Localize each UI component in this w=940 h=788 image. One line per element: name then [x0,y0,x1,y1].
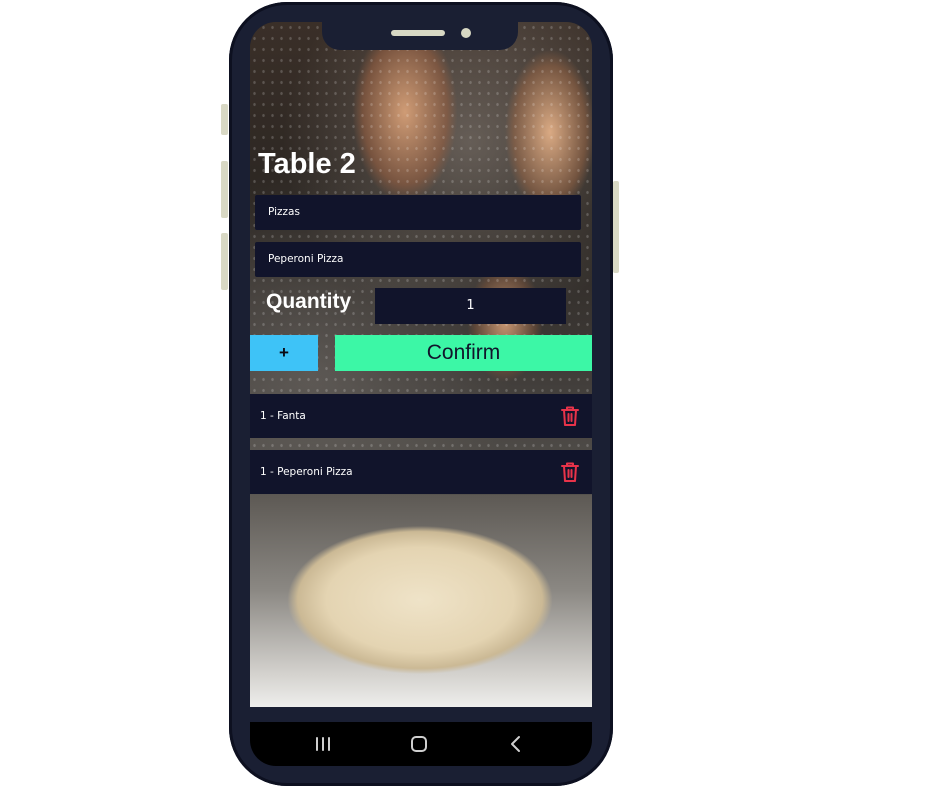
order-list-item: 1 - Fanta [250,394,592,438]
category-select-value: Pizzas [268,206,300,218]
order-item-label: 1 - Peperoni Pizza [260,466,353,478]
trash-icon[interactable] [560,461,580,483]
system-navigation-bar [250,722,592,766]
front-camera [461,28,471,38]
back-icon[interactable] [504,732,528,756]
phone-side-button [221,233,228,290]
page-title: Table 2 [258,148,356,180]
confirm-button[interactable]: Confirm [335,335,592,371]
phone-side-button [221,161,228,218]
background-dough-image [250,495,592,707]
app-screen: Table 2 Pizzas Peperoni Pizza Quantity 1… [250,22,592,722]
trash-icon[interactable] [560,405,580,427]
phone-side-button [613,181,619,273]
item-select[interactable]: Peperoni Pizza [255,242,581,277]
category-select[interactable]: Pizzas [255,195,581,230]
phone-notch [322,22,518,50]
order-list-item: 1 - Peperoni Pizza [250,450,592,494]
add-item-button[interactable]: + [250,335,318,371]
quantity-input[interactable]: 1 [375,288,566,324]
recent-apps-icon[interactable] [311,732,335,756]
item-select-value: Peperoni Pizza [268,253,344,265]
speaker-grille [391,30,445,36]
screen-bottom-band [250,707,592,722]
quantity-label: Quantity [266,290,352,313]
order-item-label: 1 - Fanta [260,410,306,422]
home-icon[interactable] [407,732,431,756]
phone-side-button [221,104,228,135]
